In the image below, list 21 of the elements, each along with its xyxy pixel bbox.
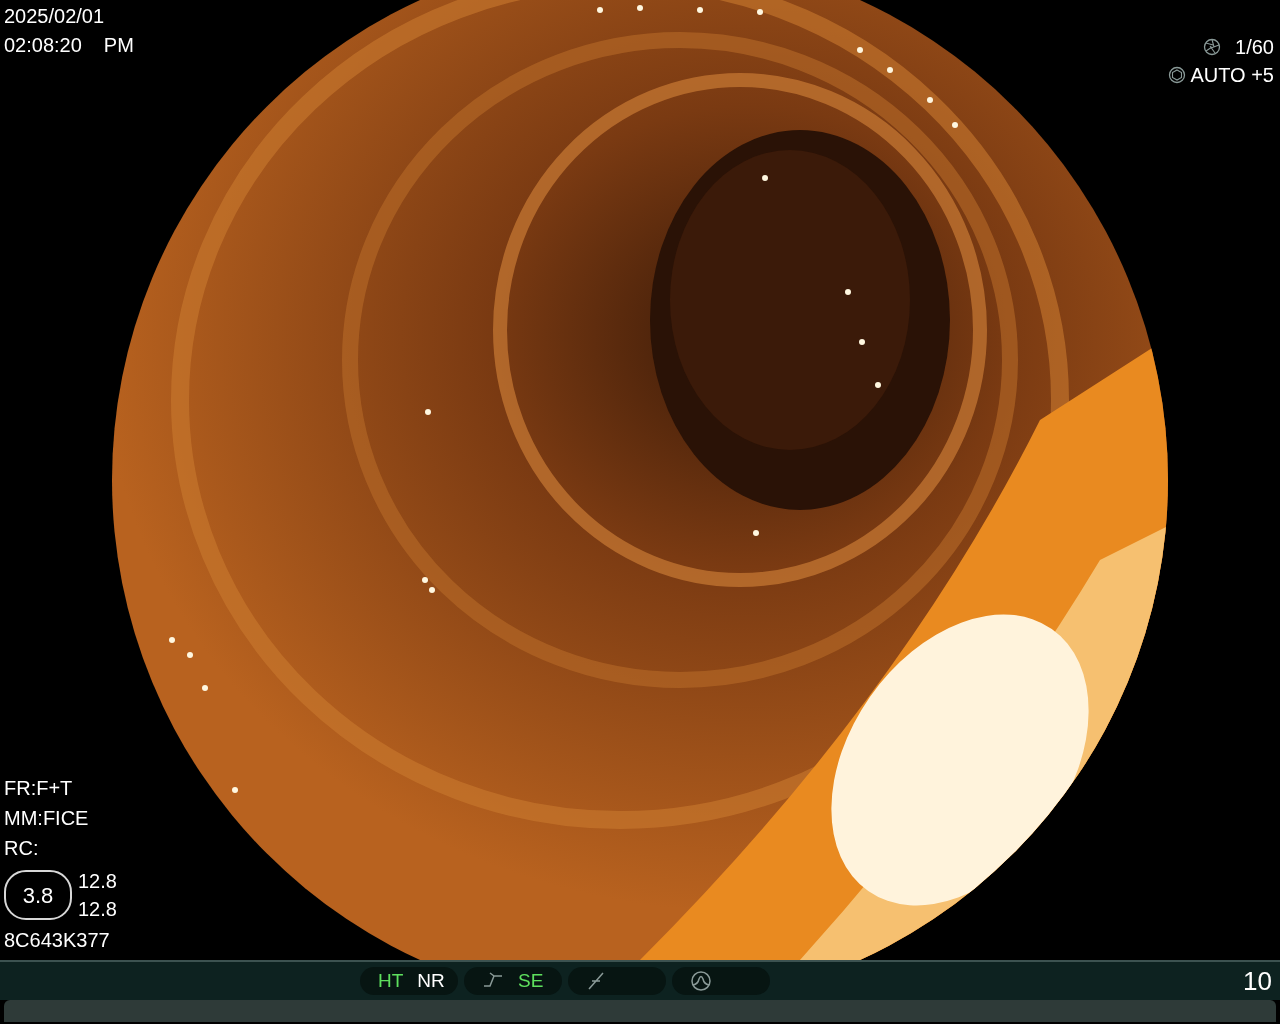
reading-text: 12.8	[78, 871, 117, 891]
curve-icon	[586, 971, 606, 991]
serial-text: 8C643K377	[4, 930, 111, 950]
aperture-icon	[1168, 66, 1187, 84]
iris-text: AUTO +5	[1190, 65, 1274, 85]
setting-text: FR:F+T	[4, 778, 74, 798]
counter-text: 10	[1243, 968, 1272, 994]
curve-icon	[482, 972, 504, 990]
mode-indicator: SE	[518, 968, 544, 993]
meridiem-text: PM	[103, 35, 134, 55]
shutter-icon	[1203, 38, 1222, 56]
mode-indicator: NR	[417, 968, 445, 993]
mode-indicator: HT	[378, 968, 404, 993]
peak-icon	[690, 970, 712, 992]
time-text: 02:08:20	[4, 35, 82, 55]
date-text: 2025/02/01	[4, 6, 106, 26]
gauge-octagon: 3.8	[4, 870, 72, 920]
setting-text: RC:	[4, 838, 40, 858]
setting-text: MM:FICE	[4, 808, 90, 828]
reading-text: 12.8	[78, 899, 117, 919]
shutter-text: 1/60	[1235, 37, 1274, 57]
